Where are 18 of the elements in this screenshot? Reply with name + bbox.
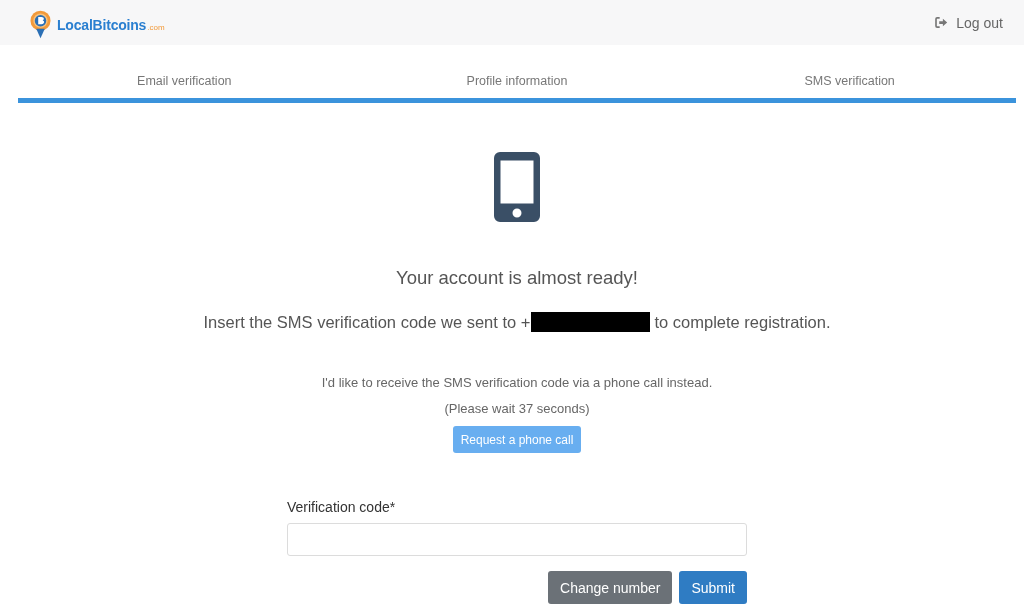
step-label: Email verification — [137, 73, 232, 89]
step-label: SMS verification — [804, 73, 895, 89]
page-title: Your account is almost ready! — [396, 266, 638, 290]
location-pin-coin-icon — [30, 10, 51, 39]
field-label: Verification code* — [287, 499, 396, 515]
smartphone-icon — [494, 152, 540, 222]
step-label: Profile information — [466, 73, 568, 89]
wait-note: (Please wait 37 seconds) — [444, 401, 590, 417]
sign-out-icon — [935, 17, 949, 28]
phone-call-note: I'd like to receive the SMS verification code via a phone call instead. — [321, 375, 713, 391]
change-number-button[interactable]: Change number — [548, 571, 673, 604]
logo-wordmark: LocalBitcoins — [57, 16, 147, 33]
logout-link[interactable]: Log out — [935, 14, 1003, 31]
verification-code-field[interactable] — [287, 523, 747, 556]
instruction-text: Insert the SMS verification code we sent to + — [203, 312, 531, 333]
submit-button[interactable]: Submit — [679, 571, 747, 604]
instruction-text: to complete registration. — [654, 312, 831, 333]
logo-domain: .com — [147, 22, 165, 32]
